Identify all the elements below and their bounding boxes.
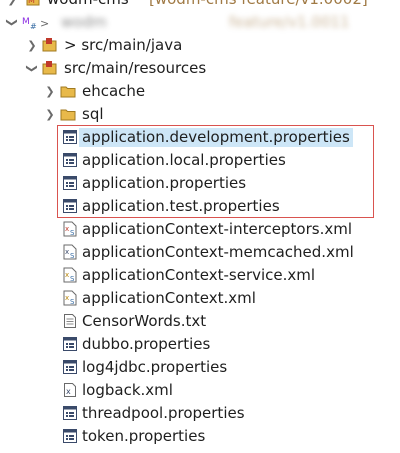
tree-row-project[interactable]: ❯ M wodm-cms [wodm-cms feature/v1.0002] [0, 0, 400, 11]
maven-project-icon: M [26, 0, 42, 7]
spring-xml-icon: xS [62, 267, 78, 283]
file-label: applicationContext-service.xml [82, 266, 316, 284]
src-main-resources-label: src/main/resources [64, 59, 207, 77]
source-folder-icon [42, 37, 58, 53]
tree-row-file[interactable]: xS applicationContext.xml [0, 287, 400, 310]
folder-icon [60, 106, 76, 122]
tree-row-file[interactable]: application.test.properties [0, 195, 400, 218]
tree-row-file[interactable]: application.properties [0, 172, 400, 195]
file-label: CensorWords.txt [82, 312, 207, 330]
svg-text:>: > [40, 17, 49, 30]
file-label: token.properties [82, 427, 206, 445]
file-label: applicationContext-interceptors.xml [82, 220, 352, 238]
svg-text:x: x [65, 225, 69, 233]
file-label: log4jdbc.properties [82, 358, 228, 376]
properties-file-icon [62, 198, 78, 214]
svg-text:M: M [22, 17, 30, 27]
file-label: applicationContext.xml [82, 289, 256, 307]
file-label: applicationContext-memcached.xml [82, 243, 354, 261]
tree-row-module[interactable]: ❯ M # > wodm feature/v1.0011 [0, 11, 400, 34]
file-label: logback.xml [82, 381, 173, 399]
svg-text:#: # [30, 22, 37, 30]
tree-row-file[interactable]: application.local.properties [0, 149, 400, 172]
tree-row-src-main-resources[interactable]: ❯ src/main/resources [0, 57, 400, 80]
project-name: wodm-cms [44, 0, 132, 9]
properties-file-icon [62, 129, 78, 145]
chevron-down-icon[interactable]: ❯ [1, 17, 24, 29]
chevron-right-icon[interactable]: ❯ [26, 34, 38, 57]
tree-row-file[interactable]: xS applicationContext-memcached.xml [0, 241, 400, 264]
ehcache-label: ehcache [82, 82, 146, 100]
module-name: wodm [61, 13, 107, 31]
tree-row-file[interactable]: xS applicationContext-service.xml [0, 264, 400, 287]
svg-text:S: S [70, 252, 75, 260]
tree-row-file[interactable]: xS applicationContext-interceptors.xml [0, 218, 400, 241]
maven-module-icon: M # > [22, 14, 54, 30]
properties-file-icon [62, 359, 78, 375]
chevron-right-icon[interactable]: ❯ [44, 80, 56, 103]
spring-xml-icon: xS [62, 244, 78, 260]
file-label: application.local.properties [82, 151, 286, 169]
svg-text:x: x [65, 248, 69, 256]
file-label: application.test.properties [82, 197, 280, 215]
svg-text:x: x [65, 294, 69, 302]
tree-row-file[interactable]: CensorWords.txt [0, 310, 400, 333]
chevron-right-icon[interactable]: ❯ [44, 103, 56, 126]
tree-row-file[interactable]: dubbo.properties [0, 333, 400, 356]
svg-text:S: S [70, 275, 75, 283]
src-main-java-label: > src/main/java [64, 36, 183, 54]
sql-label: sql [82, 105, 104, 123]
tree-row-src-main-java[interactable]: ❯ > src/main/java [0, 34, 400, 57]
chevron-down-icon[interactable]: ❯ [21, 63, 44, 75]
project-explorer-tree: ❯ M wodm-cms [wodm-cms feature/v1.0002] … [0, 0, 400, 453]
properties-file-icon [62, 336, 78, 352]
properties-file-icon [62, 152, 78, 168]
chevron-right-icon[interactable]: ❯ [6, 0, 18, 11]
tree-row-file[interactable]: x logback.xml [0, 379, 400, 402]
svg-text:x: x [66, 387, 71, 396]
file-label: application.properties [82, 174, 247, 192]
module-branch: feature/v1.0011 [229, 13, 350, 31]
tree-row-ehcache[interactable]: ❯ ehcache [0, 80, 400, 103]
tree-row-file[interactable]: log4jdbc.properties [0, 356, 400, 379]
tree-row-file[interactable]: threadpool.properties [0, 402, 400, 425]
svg-text:S: S [70, 298, 75, 306]
xml-file-icon: x [62, 382, 78, 398]
file-label: threadpool.properties [82, 404, 245, 422]
svg-text:x: x [65, 271, 69, 279]
file-label: application.development.properties [79, 128, 353, 147]
source-folder-icon [42, 60, 58, 76]
file-label: dubbo.properties [82, 335, 211, 353]
text-file-icon [62, 313, 78, 329]
properties-file-icon [62, 428, 78, 444]
spring-xml-icon: xS [62, 221, 78, 237]
tree-row-sql[interactable]: ❯ sql [0, 103, 400, 126]
svg-text:S: S [70, 229, 75, 237]
project-branch: [wodm-cms feature/v1.0002] [146, 0, 371, 9]
svg-text:M: M [28, 0, 35, 5]
properties-file-icon [62, 405, 78, 421]
spring-xml-icon: xS [62, 290, 78, 306]
properties-file-icon [62, 175, 78, 191]
tree-row-file[interactable]: token.properties [0, 425, 400, 448]
tree-row-file[interactable]: application.development.properties [0, 126, 400, 149]
folder-icon [60, 83, 76, 99]
